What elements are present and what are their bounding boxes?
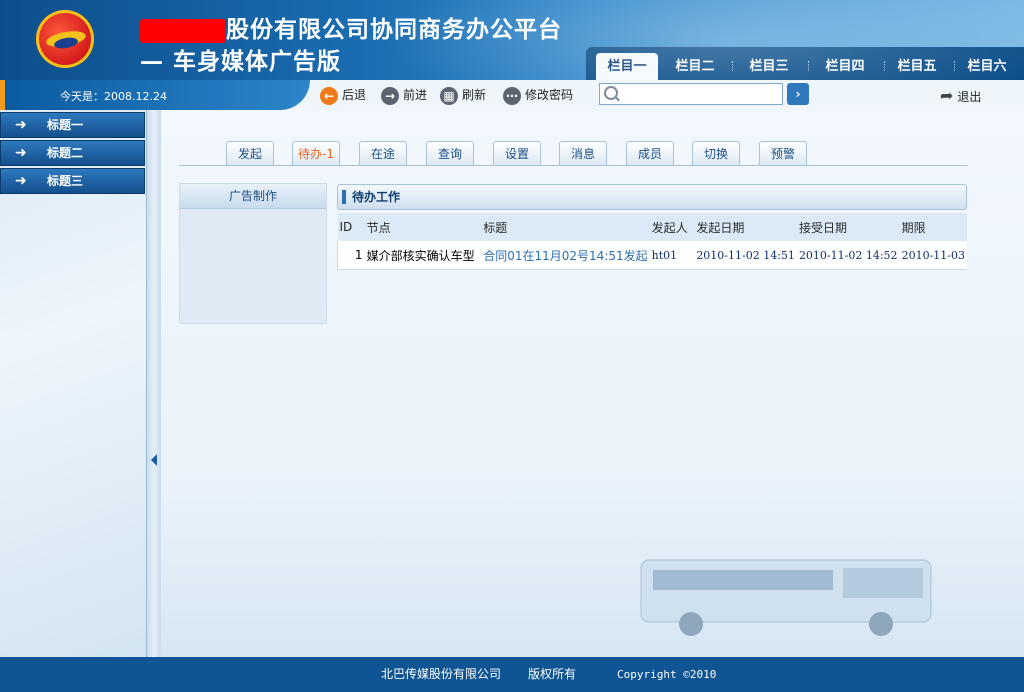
col-deadline: 期限 (899, 213, 967, 241)
refresh-label: 刷新 (462, 88, 487, 102)
cell-node: 媒介部核实确认车型 (364, 241, 482, 270)
logout-label: 退出 (957, 90, 982, 104)
sidebar-item-label: 标题二 (47, 146, 84, 160)
tab-query[interactable]: 查询 (426, 141, 474, 166)
app-title-text: 股份有限公司协同商务办公平台 (226, 17, 562, 43)
search-icon (604, 86, 618, 100)
todo-panel-header: 待办工作 (337, 184, 967, 210)
sidebar-item-2[interactable]: ➜ 标题二 (0, 140, 145, 166)
logout-button[interactable]: ➦ 退出 (940, 86, 981, 106)
tab-settings[interactable]: 设置 (493, 141, 541, 166)
date-bar: 今天是：2008.12.24 (0, 80, 310, 110)
tab-underline (179, 165, 968, 166)
todo-table: ID 节点 标题 发起人 发起日期 接受日期 期限 1 媒介部核实确认车型 合同… (336, 213, 967, 270)
header: 股份有限公司协同商务办公平台 — 车身媒体广告版 栏目一 栏目二 栏目三 栏目四… (0, 0, 1024, 80)
tab-switch[interactable]: 切换 (692, 141, 740, 166)
company-logo (36, 10, 94, 68)
cell-title-link[interactable]: 合同01在11月02号14:51发起 (481, 241, 650, 270)
keypad-icon: ⋯ (503, 86, 521, 105)
tab-in-progress[interactable]: 在途 (359, 141, 407, 166)
change-password-button[interactable]: ⋯ 修改密码 (503, 86, 574, 105)
col-node: 节点 (364, 213, 482, 241)
sidebar-item-label: 标题一 (47, 118, 84, 132)
footer-copyright: Copyright ©2010 (617, 668, 717, 681)
tab-alert[interactable]: 预警 (759, 141, 807, 166)
top-tab-6[interactable]: 栏目六 (958, 53, 1016, 80)
top-tab-separator (884, 61, 886, 71)
bus-illustration (640, 559, 932, 636)
cell-deadline: 2010-11-03 (899, 241, 967, 270)
col-start-date: 发起日期 (694, 213, 797, 241)
redacted-mark (140, 18, 226, 43)
sidebar-item-1[interactable]: ➜ 标题一 (0, 112, 145, 138)
col-accept-date: 接受日期 (796, 213, 900, 241)
top-tab-1[interactable]: 栏目一 (596, 53, 658, 80)
back-arrow-icon: ← (320, 86, 338, 105)
panel-title: 待办工作 (352, 190, 401, 204)
arrow-right-icon: ➜ (15, 145, 27, 161)
search-input[interactable] (599, 83, 783, 105)
cell-accept-date: 2010-11-02 14:52 (796, 241, 900, 270)
sidebar-item-label: 标题三 (47, 174, 84, 188)
top-tab-separator (808, 61, 810, 71)
app-subtitle: — 车身媒体广告版 (140, 49, 342, 75)
table-header-row: ID 节点 标题 发起人 发起日期 接受日期 期限 (337, 213, 967, 241)
table-row[interactable]: 1 媒介部核实确认车型 合同01在11月02号14:51发起 ht01 2010… (336, 241, 967, 270)
tab-members[interactable]: 成员 (626, 141, 674, 166)
header-accent-bar (342, 190, 346, 204)
change-password-label: 修改密码 (525, 88, 574, 102)
top-tab-separator (732, 61, 734, 71)
forward-button[interactable]: → 前进 (381, 86, 428, 105)
arrow-right-icon: ➜ (15, 117, 27, 133)
top-nav: 栏目一 栏目二 栏目三 栏目四 栏目五 栏目六 (586, 47, 1024, 80)
collapse-arrow-icon[interactable] (151, 454, 157, 466)
cell-id: 1 (336, 241, 365, 270)
printer-icon: ▦ (440, 86, 458, 105)
tab-todo[interactable]: 待办-1 (292, 141, 340, 166)
main-content: 发起 待办-1 在途 查询 设置 消息 成员 切换 预警 广告制作 待办工作 I… (161, 110, 1024, 657)
forward-label: 前进 (403, 88, 428, 102)
running-man-icon: ➦ (940, 86, 954, 105)
top-tab-3[interactable]: 栏目三 (740, 53, 798, 80)
search-go-button[interactable]: › (787, 83, 809, 105)
top-tab-5[interactable]: 栏目五 (888, 53, 946, 80)
date-text: 今天是：2008.12.24 (60, 90, 167, 103)
cell-start-date: 2010-11-02 14:51 (694, 241, 797, 270)
footer-company: 北巴传媒股份有限公司 (381, 667, 502, 681)
sidebar: ➜ 标题一 ➜ 标题二 ➜ 标题三 (0, 110, 146, 657)
col-initiator: 发起人 (649, 213, 695, 241)
refresh-button[interactable]: ▦ 刷新 (440, 86, 487, 105)
category-ad-production[interactable]: 广告制作 (180, 184, 326, 209)
arrow-right-icon: ➜ (15, 173, 27, 189)
category-panel: 广告制作 (179, 183, 327, 324)
tab-initiate[interactable]: 发起 (226, 141, 274, 166)
col-title: 标题 (481, 213, 650, 241)
footer: 北巴传媒股份有限公司 版权所有 Copyright ©2010 (0, 657, 1024, 692)
sidebar-splitter[interactable] (146, 110, 161, 657)
back-label: 后退 (342, 88, 367, 102)
top-tab-4[interactable]: 栏目四 (816, 53, 874, 80)
cell-initiator: ht01 (649, 241, 695, 270)
chevron-right-icon: › (795, 87, 801, 101)
sidebar-item-3[interactable]: ➜ 标题三 (0, 168, 145, 194)
app-title: 股份有限公司协同商务办公平台 (140, 10, 562, 44)
top-tab-separator (954, 61, 956, 71)
tab-messages[interactable]: 消息 (559, 141, 607, 166)
forward-arrow-icon: → (381, 86, 399, 105)
back-button[interactable]: ← 后退 (320, 86, 367, 105)
date-bar-accent (0, 80, 5, 110)
top-tab-2[interactable]: 栏目二 (666, 53, 724, 80)
footer-rights: 版权所有 (528, 667, 577, 681)
col-id: ID (337, 213, 365, 241)
